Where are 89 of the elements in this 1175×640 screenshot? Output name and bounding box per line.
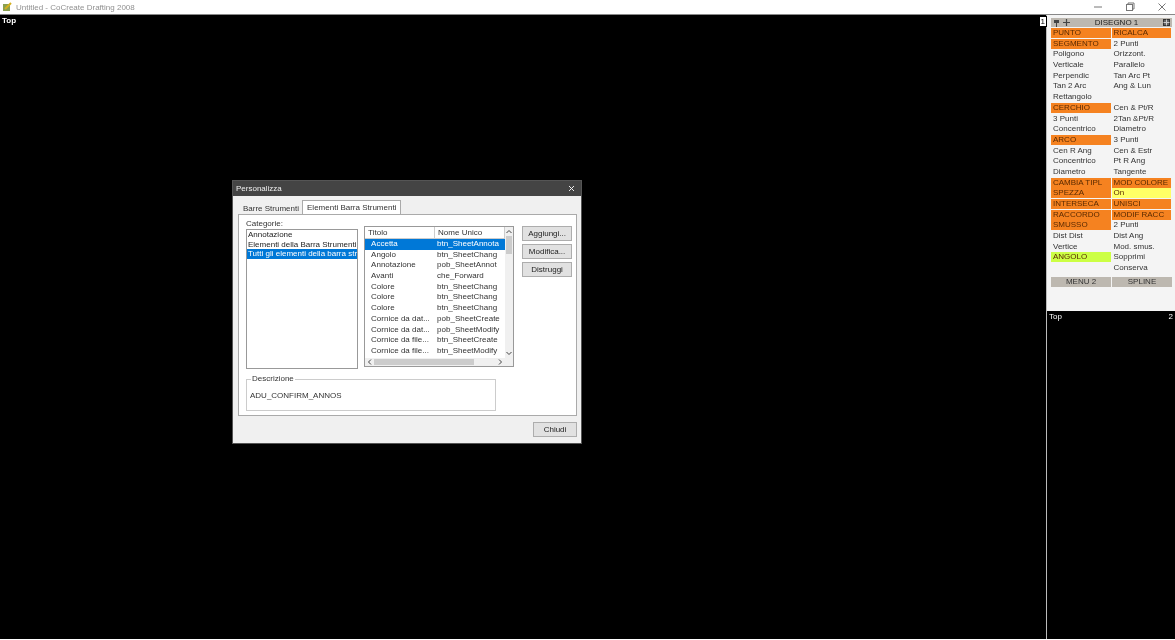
dialog-button[interactable]: Distruggi (522, 262, 573, 277)
app-icon (2, 2, 12, 12)
menu-command[interactable]: Concentrico (1051, 156, 1111, 167)
menu-command[interactable]: Ang & Lun (1111, 81, 1171, 92)
menu-command[interactable]: MODIF RACC (1111, 209, 1171, 220)
table-row[interactable]: Cornice da dat... pob_SheetModify (365, 324, 506, 336)
table-row[interactable]: Colore btn_SheetChang (365, 292, 506, 304)
menu-command[interactable]: PUNTO (1051, 28, 1111, 38)
menu-button[interactable]: SPLINE (1112, 276, 1172, 287)
category-item[interactable]: Elementi della Barra Strumenti (247, 239, 358, 249)
menu-command[interactable]: SMUSSO (1051, 220, 1111, 231)
menu-command[interactable]: Mod. smus. (1111, 241, 1171, 252)
menu-command[interactable]: RICALCA (1111, 28, 1171, 38)
menu-command[interactable]: 2 Punti (1111, 220, 1171, 231)
menu-command[interactable]: 3 Punti (1051, 113, 1111, 124)
panel-title: DISEGNO 1 (1093, 18, 1140, 27)
dialog-button[interactable]: Modifica... (522, 244, 573, 259)
crosshair-icon[interactable] (1063, 19, 1070, 26)
categories-label: Categorie: (246, 219, 284, 229)
pin-icon[interactable] (1053, 18, 1060, 27)
menu-command[interactable]: Vertice (1051, 241, 1111, 252)
menu-command[interactable]: Rettangolo (1051, 92, 1111, 103)
menu-command[interactable]: INTERSECA (1051, 199, 1111, 209)
menu-command[interactable]: Perpendic (1051, 70, 1111, 81)
menu-command[interactable]: SEGMENTO (1051, 38, 1111, 49)
table-row[interactable]: Annotazione pob_SheetAnnot (365, 260, 506, 272)
menu-command[interactable]: Verticale (1051, 60, 1111, 71)
menu-command[interactable]: ARCO (1051, 134, 1111, 145)
table-row[interactable]: Avanti che_Forward (365, 271, 506, 282)
menu-command[interactable]: Dist Ang (1111, 231, 1171, 242)
menu-command[interactable]: SPEZZA (1051, 188, 1111, 199)
menu-command[interactable]: 2 Punti (1111, 38, 1171, 49)
column-header[interactable]: Titolo (365, 227, 436, 238)
table-row[interactable]: Colore btn_SheetChang (365, 281, 506, 293)
menu-command[interactable]: Cen R Ang (1051, 145, 1111, 156)
category-item[interactable]: Annotazione (247, 230, 358, 240)
dialog-title: Personalizza (236, 184, 282, 193)
scroll-left-icon[interactable] (367, 359, 373, 365)
viewport-label: Top (1049, 312, 1062, 321)
menu-command[interactable]: Pt R Ang (1111, 156, 1171, 167)
menu-command[interactable]: Tangente (1111, 166, 1171, 177)
close-icon[interactable] (1157, 2, 1167, 12)
horizontal-scrollbar[interactable] (365, 358, 506, 366)
menu-command[interactable]: Sopprimi (1111, 252, 1171, 263)
window-title: Untitled - CoCreate Drafting 2008 (16, 2, 135, 12)
restore-icon[interactable] (1125, 2, 1135, 12)
vertical-scrollbar[interactable] (505, 227, 514, 366)
category-item[interactable]: Tutti gli elementi della barra str (247, 249, 358, 259)
menu-command[interactable]: CAMBIA TIPL (1051, 177, 1111, 188)
drawing-viewport[interactable]: Top 2 (1047, 311, 1175, 639)
menu-command[interactable]: Concentrico (1051, 124, 1111, 135)
scroll-right-icon[interactable] (498, 359, 504, 365)
menu-command[interactable]: Diametro (1111, 124, 1171, 135)
group-label: Descrizione (251, 374, 295, 383)
table-row[interactable]: Colore btn_SheetChang (365, 303, 506, 314)
menu-command[interactable]: Cen & Estr (1111, 145, 1171, 156)
menu-command[interactable]: MOD COLORE (1111, 177, 1171, 188)
menu-command[interactable]: Diametro (1051, 166, 1111, 177)
menu-command[interactable]: ANGOLO (1051, 252, 1111, 263)
dialog-button[interactable]: Aggiungi... (522, 226, 573, 241)
menu-command[interactable]: Conserva (1111, 263, 1171, 274)
table-row[interactable]: Cornice da dat... pob_SheetCreate (365, 313, 506, 325)
menu-command[interactable]: 3 Punti (1111, 134, 1171, 145)
viewport-number: 2 (1168, 312, 1173, 321)
table-row[interactable]: Angolo btn_SheetChang (365, 249, 506, 261)
tab[interactable]: Elementi Barra Strumenti (302, 200, 402, 214)
menu-command[interactable]: Tan 2 Arc (1051, 81, 1111, 92)
menu-command[interactable]: Dist Dist (1051, 231, 1111, 242)
scroll-up-icon[interactable] (506, 229, 513, 234)
menu-command[interactable]: Poligono (1051, 49, 1111, 60)
menu-command[interactable]: CERCHIO (1051, 102, 1111, 113)
close-button[interactable]: Chiudi (533, 422, 577, 437)
scroll-down-icon[interactable] (506, 351, 513, 356)
menu-command[interactable]: Parallelo (1111, 60, 1171, 71)
tab[interactable]: Barre Strumenti (240, 203, 303, 214)
viewport-label: Top (2, 16, 17, 25)
grid-icon[interactable] (1163, 19, 1170, 26)
menu-command[interactable]: UNISCI (1111, 199, 1171, 209)
menu-command[interactable]: RACCORDO (1051, 209, 1111, 220)
table-row[interactable]: Cornice da file... btn_SheetModify (365, 345, 506, 357)
menu-command[interactable]: Tan Arc Pt (1111, 70, 1171, 81)
menu-command[interactable]: On (1111, 188, 1171, 199)
category-list[interactable]: Annotazione Elementi della Barra Strumenti Tutti gli elementi della barra str (246, 229, 359, 369)
menu-button[interactable]: MENU 2 (1051, 276, 1111, 287)
description-text: ADU_CONFIRM_ANNOS (250, 391, 342, 400)
menu-command[interactable]: Orizzont. (1111, 49, 1171, 60)
table-row[interactable]: Cornice da file... btn_SheetCreate (365, 335, 506, 346)
menu-command[interactable]: Cen & Pt/R (1111, 102, 1171, 113)
menu-command[interactable]: 2Tan &Pt/R (1111, 113, 1171, 124)
